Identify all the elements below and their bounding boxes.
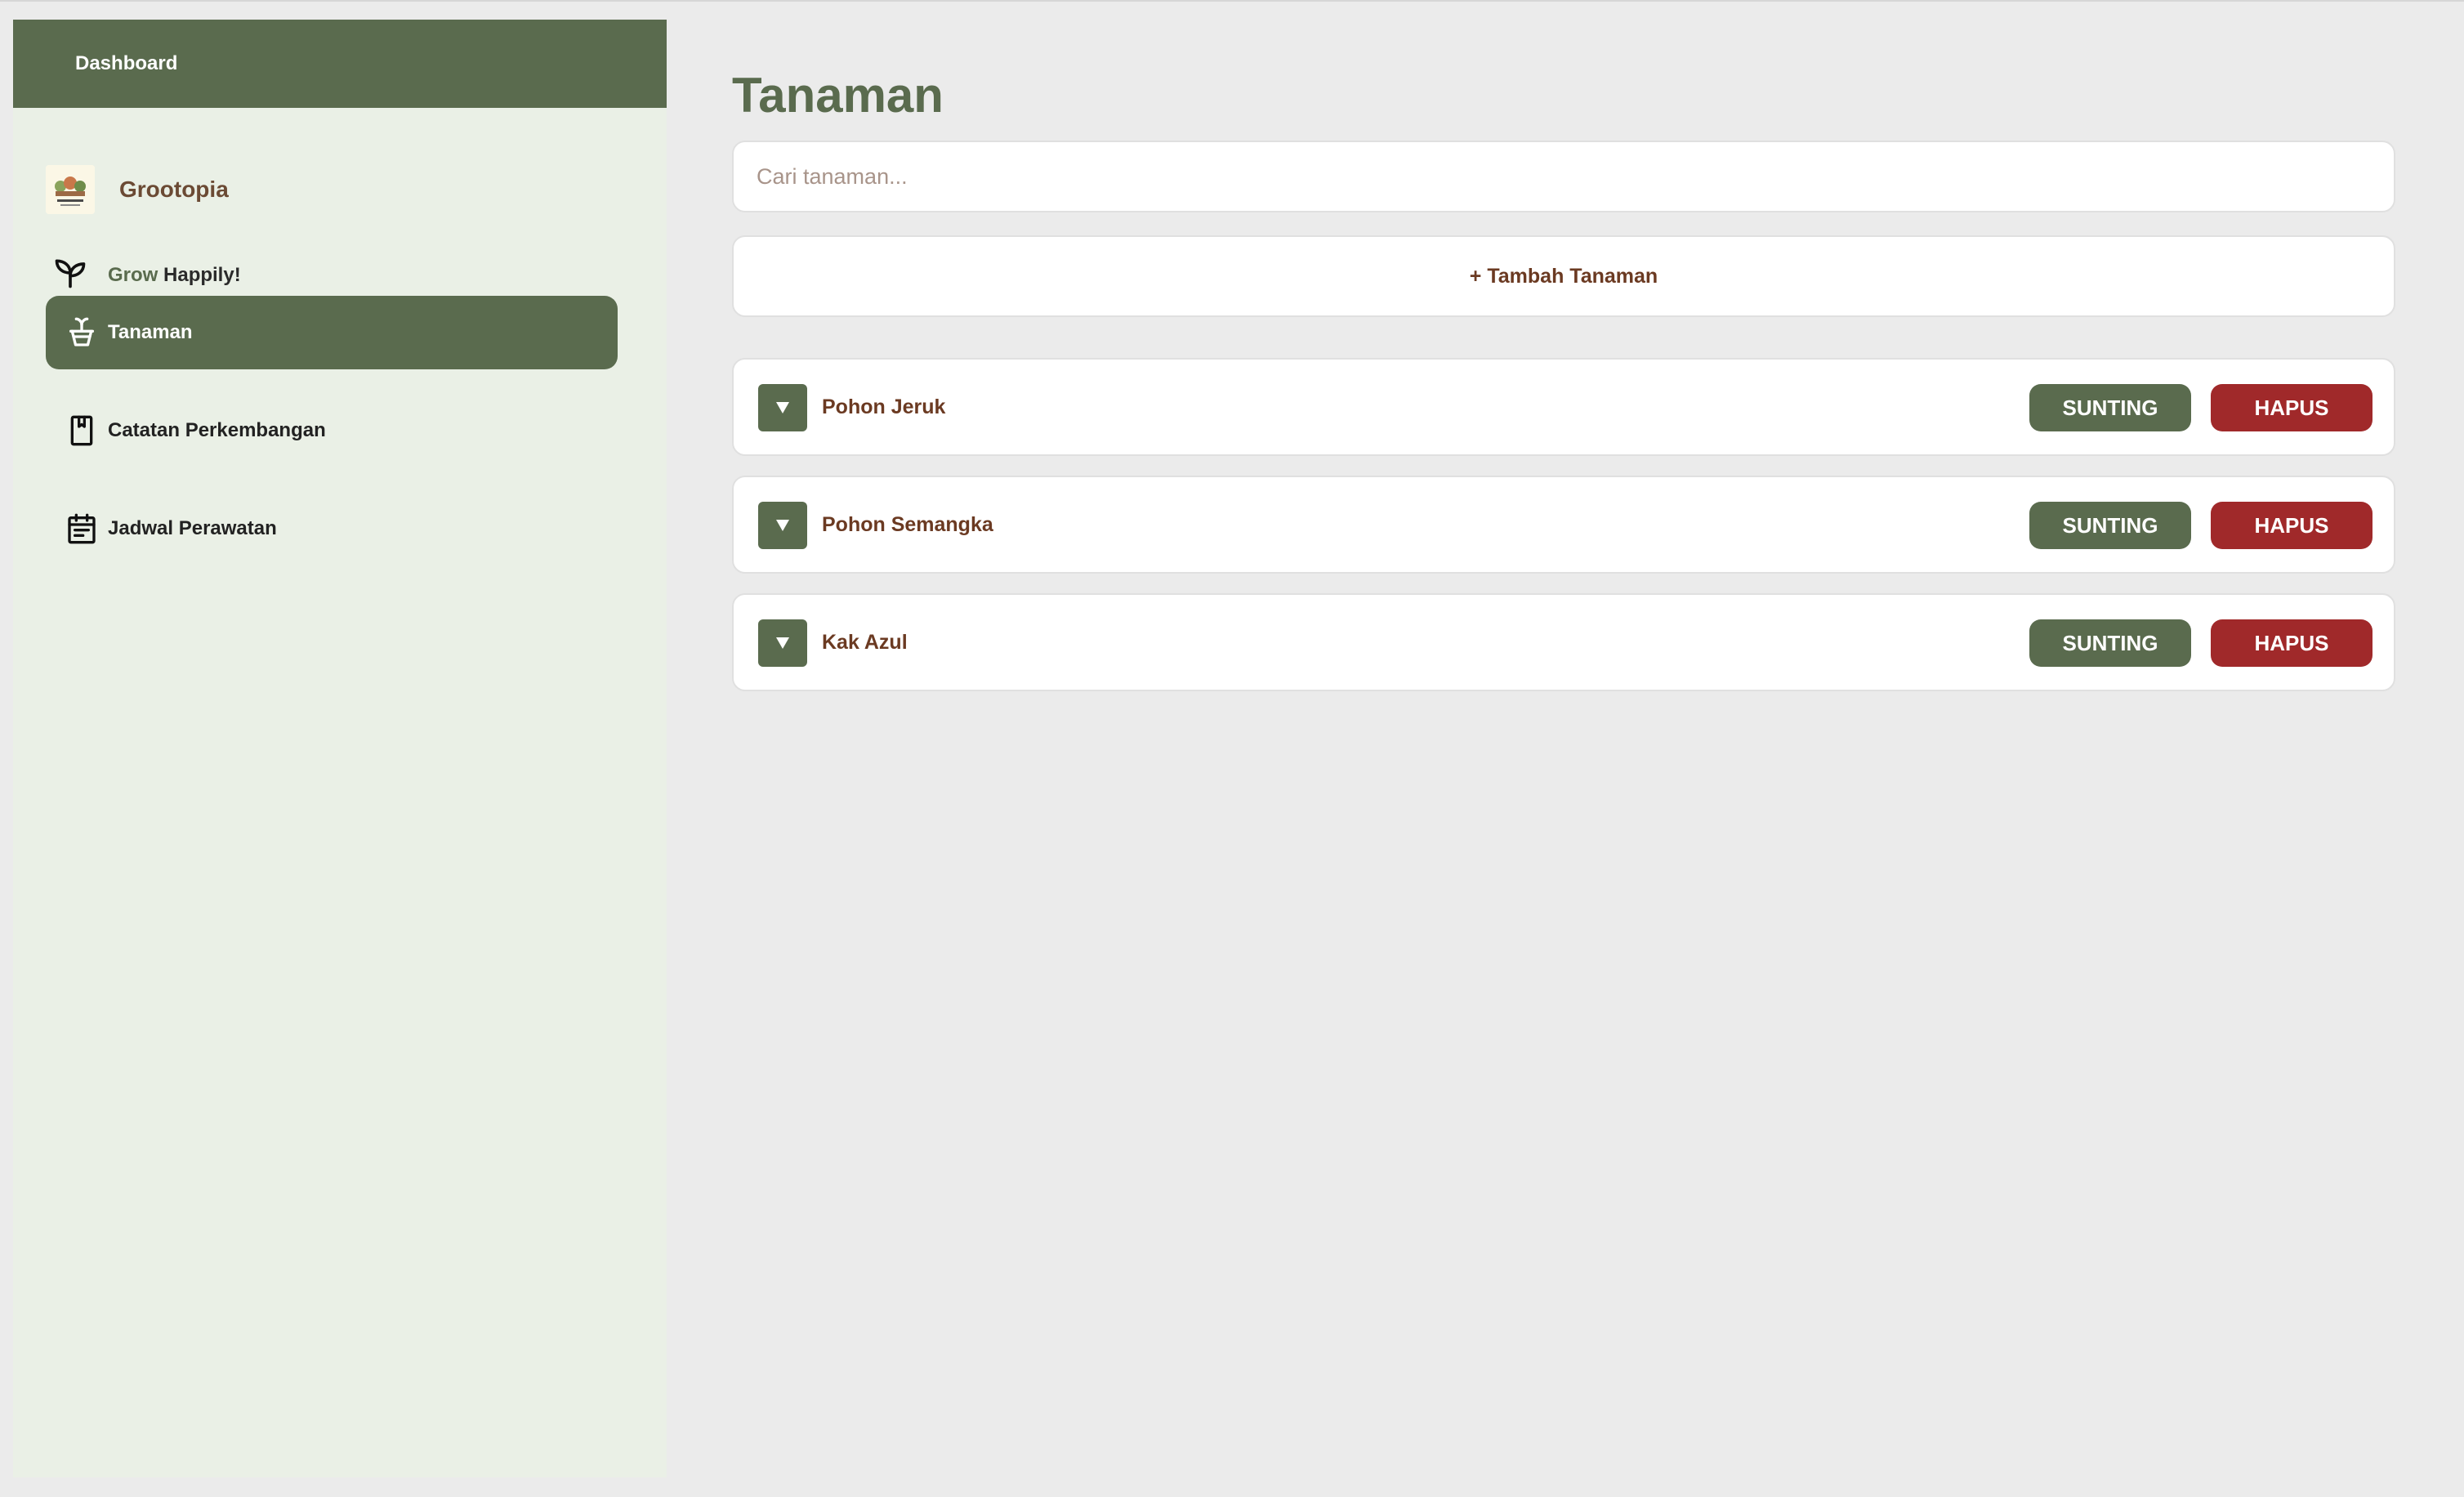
tagline: Grow Happily! xyxy=(52,255,241,295)
notebook-icon xyxy=(64,413,100,449)
dashboard-header[interactable]: Dashboard xyxy=(13,20,667,108)
expand-toggle-button[interactable] xyxy=(758,384,807,431)
edit-button[interactable]: SUNTING xyxy=(2029,502,2191,549)
triangle-down-icon xyxy=(776,402,789,413)
sidebar: Dashboard Grootopia Grow Happily! Tanama… xyxy=(13,20,667,1477)
plant-name: Kak Azul xyxy=(822,630,908,654)
add-plant-button[interactable]: + Tambah Tanaman xyxy=(732,235,2395,317)
sidebar-item-label: Tanaman xyxy=(108,321,193,343)
brand: Grootopia xyxy=(46,165,229,214)
tagline-happily: Happily! xyxy=(163,263,241,286)
calendar-icon xyxy=(64,511,100,547)
search-input[interactable] xyxy=(732,141,2395,212)
triangle-down-icon xyxy=(776,520,789,531)
expand-toggle-button[interactable] xyxy=(758,502,807,549)
edit-button[interactable]: SUNTING xyxy=(2029,384,2191,431)
plant-row: Pohon Semangka SUNTING HAPUS xyxy=(732,476,2395,574)
sidebar-item-jadwal-perawatan[interactable]: Jadwal Perawatan xyxy=(46,492,618,565)
sidebar-item-tanaman[interactable]: Tanaman xyxy=(46,296,618,369)
top-border xyxy=(0,0,2464,2)
sidebar-item-label: Catatan Perkembangan xyxy=(108,419,326,441)
plant-name: Pohon Semangka xyxy=(822,512,993,536)
plant-row: Pohon Jeruk SUNTING HAPUS xyxy=(732,358,2395,456)
brand-name: Grootopia xyxy=(119,177,229,202)
page-title: Tanaman xyxy=(732,68,944,123)
delete-button[interactable]: HAPUS xyxy=(2211,619,2372,667)
plant-row: Kak Azul SUNTING HAPUS xyxy=(732,593,2395,691)
delete-button[interactable]: HAPUS xyxy=(2211,384,2372,431)
plant-pot-icon xyxy=(64,315,100,351)
expand-toggle-button[interactable] xyxy=(758,619,807,667)
tagline-grow: Grow xyxy=(108,263,158,286)
delete-button[interactable]: HAPUS xyxy=(2211,502,2372,549)
sprout-icon xyxy=(52,255,88,295)
edit-button[interactable]: SUNTING xyxy=(2029,619,2191,667)
sidebar-item-catatan-perkembangan[interactable]: Catatan Perkembangan xyxy=(46,394,618,467)
dashboard-label: Dashboard xyxy=(75,52,178,74)
plant-name: Pohon Jeruk xyxy=(822,395,946,418)
triangle-down-icon xyxy=(776,637,789,649)
grootopia-logo xyxy=(46,165,95,214)
sidebar-item-label: Jadwal Perawatan xyxy=(108,517,277,539)
